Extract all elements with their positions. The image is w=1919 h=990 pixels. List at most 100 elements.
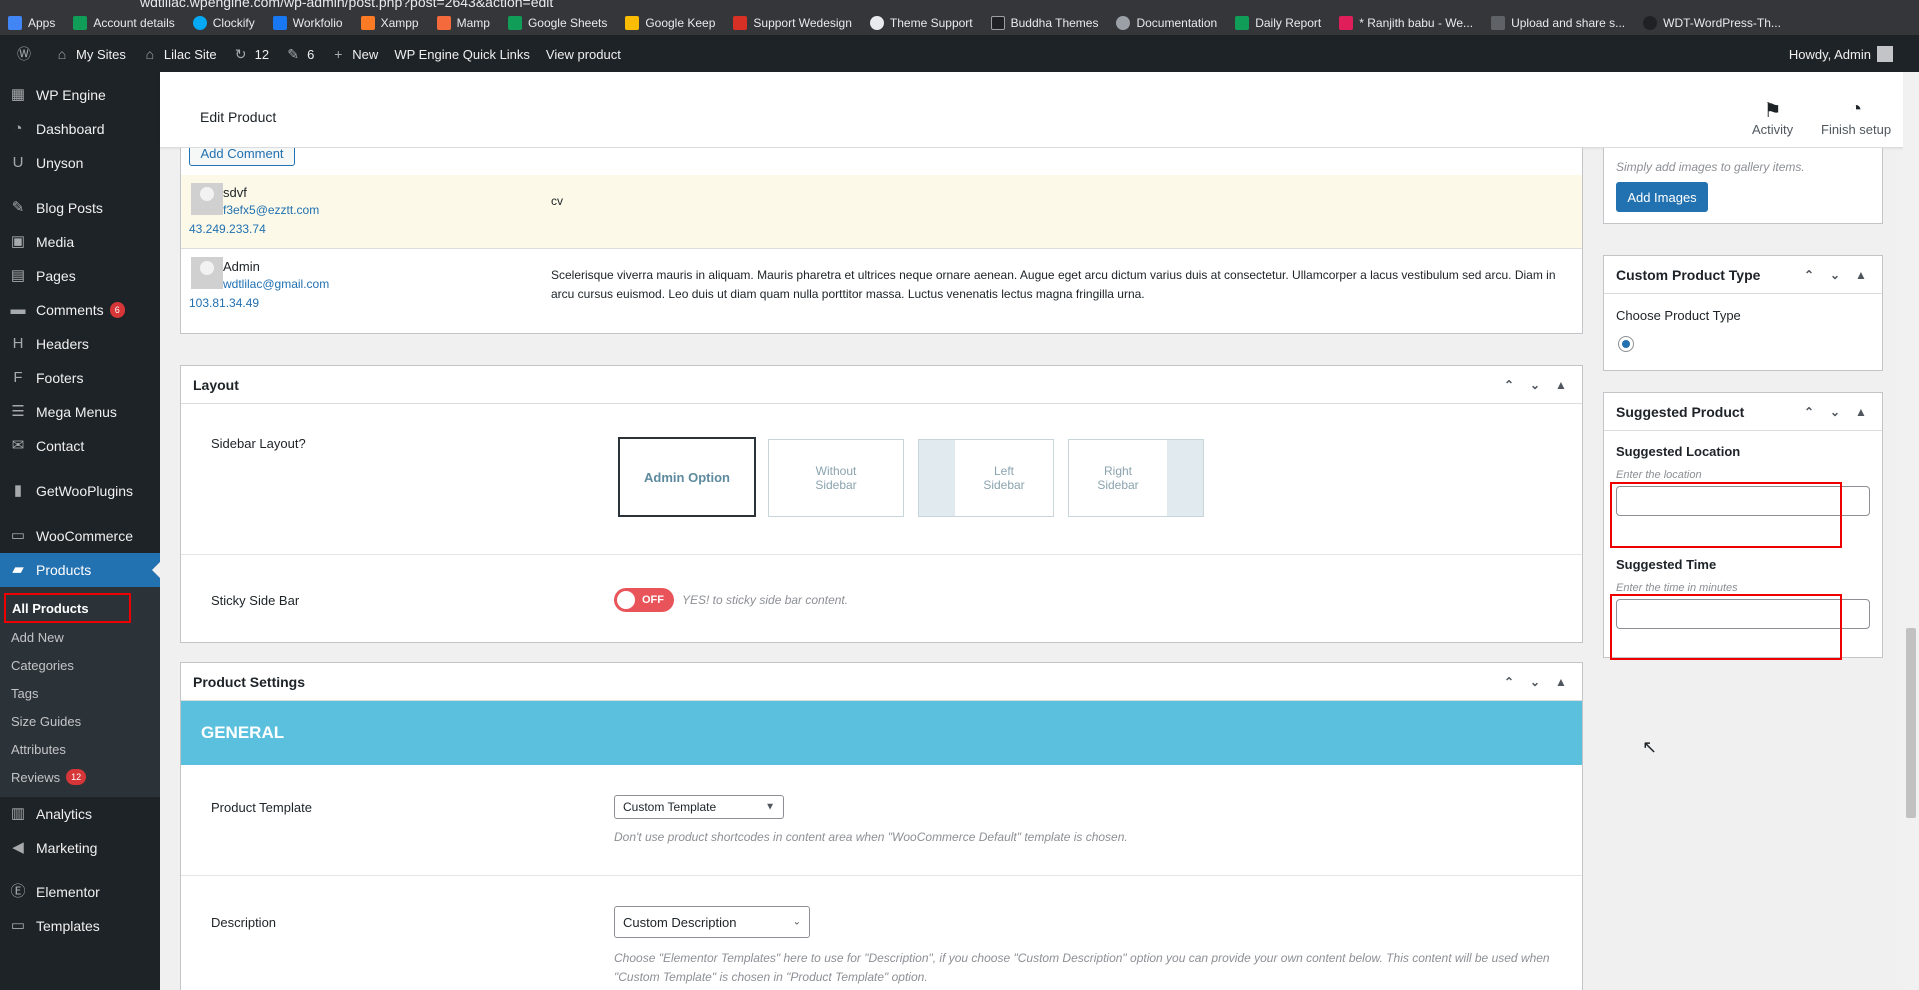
comment-ip[interactable]: 103.81.34.49 <box>189 296 259 310</box>
submenu-attributes[interactable]: Attributes <box>0 735 160 763</box>
sidebar-item-unyson[interactable]: U Unyson <box>0 146 160 180</box>
bookmark[interactable]: Apps <box>8 15 55 30</box>
toggle-panel-icon[interactable]: ▲ <box>1548 378 1574 392</box>
sidebar-item-pages[interactable]: ▤ Pages <box>0 259 160 293</box>
location-hint: Enter the location <box>1616 469 1702 481</box>
comment-icon: ✎ <box>287 46 299 62</box>
bookmark[interactable]: Workfolio <box>272 15 343 30</box>
bookmark[interactable]: WDT-WordPress-Th... <box>1643 15 1781 30</box>
bookmark[interactable]: Daily Report <box>1235 15 1321 30</box>
template-hint: Don't use product shortcodes in content … <box>614 830 1128 844</box>
submenu-reviews[interactable]: Reviews 12 <box>0 763 160 791</box>
sidebar-item-footers[interactable]: F Footers <box>0 361 160 395</box>
wpengine-icon: ▦ <box>10 86 26 103</box>
account-menu[interactable]: Howdy, Admin <box>1789 36 1893 72</box>
submenu-tags[interactable]: Tags <box>0 679 160 707</box>
finish-setup-button[interactable]: ◔ Finish setup <box>1821 98 1891 137</box>
description-select[interactable]: Custom Description ⌄ <box>614 906 810 938</box>
bookmark[interactable]: Clockify <box>192 15 255 30</box>
description-hint: Choose "Elementor Templates" here to use… <box>614 951 1550 984</box>
comment-ip[interactable]: 43.249.233.74 <box>189 222 266 236</box>
move-up-icon[interactable]: ⌃ <box>1496 378 1522 392</box>
move-down-icon[interactable]: ⌄ <box>1522 675 1548 689</box>
bookmark[interactable]: Google Sheets <box>507 15 607 30</box>
sidebar-item-headers[interactable]: H Headers <box>0 327 160 361</box>
bookmark[interactable]: Mamp <box>436 15 490 30</box>
site-link[interactable]: ⌂ Lilac Site <box>142 46 217 62</box>
sidebar-item-contact[interactable]: ✉ Contact <box>0 429 160 463</box>
move-down-icon[interactable]: ⌄ <box>1822 405 1848 419</box>
move-up-icon[interactable]: ⌃ <box>1496 675 1522 689</box>
products-submenu: All Products Add New Categories Tags Siz… <box>0 587 160 797</box>
bookmark[interactable]: Account details <box>73 15 175 30</box>
submenu-add-new[interactable]: Add New <box>0 623 160 651</box>
field-label: Product Template <box>211 800 312 815</box>
sidebar-item-products[interactable]: ▰ Products <box>0 553 160 587</box>
sidebar-item-templates[interactable]: ▭ Templates <box>0 909 160 943</box>
sidebar-item-dashboard[interactable]: ◔ Dashboard <box>0 112 160 146</box>
bookmark[interactable]: Buddha Themes <box>990 15 1098 30</box>
unyson-icon: U <box>12 154 24 171</box>
sidebar-item-analytics[interactable]: ▥ Analytics <box>0 797 160 831</box>
bookmark[interactable]: Google Keep <box>625 15 715 30</box>
move-up-icon[interactable]: ⌃ <box>1796 405 1822 419</box>
move-up-icon[interactable]: ⌃ <box>1796 268 1822 282</box>
count-badge: 6 <box>109 302 125 318</box>
product-template-select[interactable]: Custom Template ▼ <box>614 795 784 819</box>
updates-link[interactable]: ↻ 12 <box>233 46 269 62</box>
page-scrollbar[interactable] <box>1903 72 1919 990</box>
layout-box: Layout ⌃ ⌄ ▲ Sidebar Layout? Admin Option … <box>180 365 1583 643</box>
move-down-icon[interactable]: ⌄ <box>1522 378 1548 392</box>
toggle-panel-icon[interactable]: ▲ <box>1848 268 1874 282</box>
layout-option-without-sidebar[interactable]: Without Sidebar <box>768 439 904 517</box>
address-bar[interactable]: wdtlilac.wpengine.com/wp-admin/post.php?… <box>140 0 553 10</box>
comments-icon: ▬ <box>10 301 26 318</box>
sidebar-item-mega-menus[interactable]: ☰ Mega Menus <box>0 395 160 429</box>
field-label: Sidebar Layout? <box>211 436 306 451</box>
sidebar-item-comments[interactable]: ▬ Comments 6 <box>0 293 160 327</box>
sidebar-item-media[interactable]: ▣ Media <box>0 225 160 259</box>
toggle-panel-icon[interactable]: ▲ <box>1548 675 1574 689</box>
toggle-panel-icon[interactable]: ▲ <box>1848 405 1874 419</box>
comments-link[interactable]: ✎ 6 <box>285 46 314 62</box>
layout-option-admin[interactable]: Admin Option <box>618 437 756 517</box>
layout-option-right-sidebar[interactable]: Right Sidebar <box>1068 439 1204 517</box>
sidebar-item-marketing[interactable]: ◀ Marketing <box>0 831 160 865</box>
sidebar-item-woocommerce[interactable]: ▭ WooCommerce <box>0 519 160 553</box>
product-type-radio[interactable] <box>1618 336 1634 352</box>
view-product-link[interactable]: View product <box>546 47 621 62</box>
submenu-all-products[interactable]: All Products <box>4 593 131 623</box>
comment-email[interactable]: wdtlilac@gmail.com <box>223 277 329 291</box>
layout-option-left-sidebar[interactable]: Left Sidebar <box>918 439 1054 517</box>
new-content-link[interactable]: + New <box>330 46 378 62</box>
mouse-cursor-icon: ↖ <box>1642 737 1658 757</box>
box-header: Product Settings ⌃ ⌄ ▲ <box>181 663 1582 701</box>
quick-links-menu[interactable]: WP Engine Quick Links <box>394 47 530 62</box>
sidebar-item-getwooplugins[interactable]: ▮ GetWooPlugins <box>0 474 160 508</box>
comments-box: Add Comment sdvf f3efx5@ezztt.com 43.249… <box>180 148 1583 334</box>
bookmark[interactable]: Documentation <box>1116 15 1217 30</box>
wordpress-logo-icon[interactable]: Ⓦ <box>16 46 38 62</box>
activity-button[interactable]: ⚑ Activity <box>1752 98 1793 137</box>
scrollbar-thumb[interactable] <box>1906 628 1916 818</box>
tab-general[interactable]: GENERAL <box>181 701 1582 765</box>
bookmark[interactable]: Upload and share s... <box>1491 15 1625 30</box>
submenu-categories[interactable]: Categories <box>0 651 160 679</box>
comment-email[interactable]: f3efx5@ezztt.com <box>223 203 319 217</box>
my-sites-link[interactable]: ⌂ My Sites <box>54 46 126 62</box>
sidebar-item-wp-engine[interactable]: ▦ WP Engine <box>0 78 160 112</box>
sidebar-item-elementor[interactable]: Ⓔ Elementor <box>0 875 160 909</box>
bookmark[interactable]: Theme Support <box>869 15 973 30</box>
bookmark[interactable]: Support Wedesign <box>733 15 852 30</box>
sticky-sidebar-toggle[interactable]: OFF <box>614 588 674 612</box>
sidebar-item-blog-posts[interactable]: ✎ Blog Posts <box>0 191 160 225</box>
mega-menus-icon: ☰ <box>11 403 25 420</box>
submenu-size-guides[interactable]: Size Guides <box>0 707 160 735</box>
add-comment-button[interactable]: Add Comment <box>189 148 295 166</box>
move-down-icon[interactable]: ⌄ <box>1822 268 1848 282</box>
box-title: Custom Product Type <box>1616 266 1761 283</box>
bookmark[interactable]: * Ranjith babu - We... <box>1339 15 1473 30</box>
flag-icon: ⚑ <box>1763 100 1782 122</box>
add-images-button[interactable]: Add Images <box>1616 182 1708 212</box>
bookmark[interactable]: Xampp <box>360 15 419 30</box>
